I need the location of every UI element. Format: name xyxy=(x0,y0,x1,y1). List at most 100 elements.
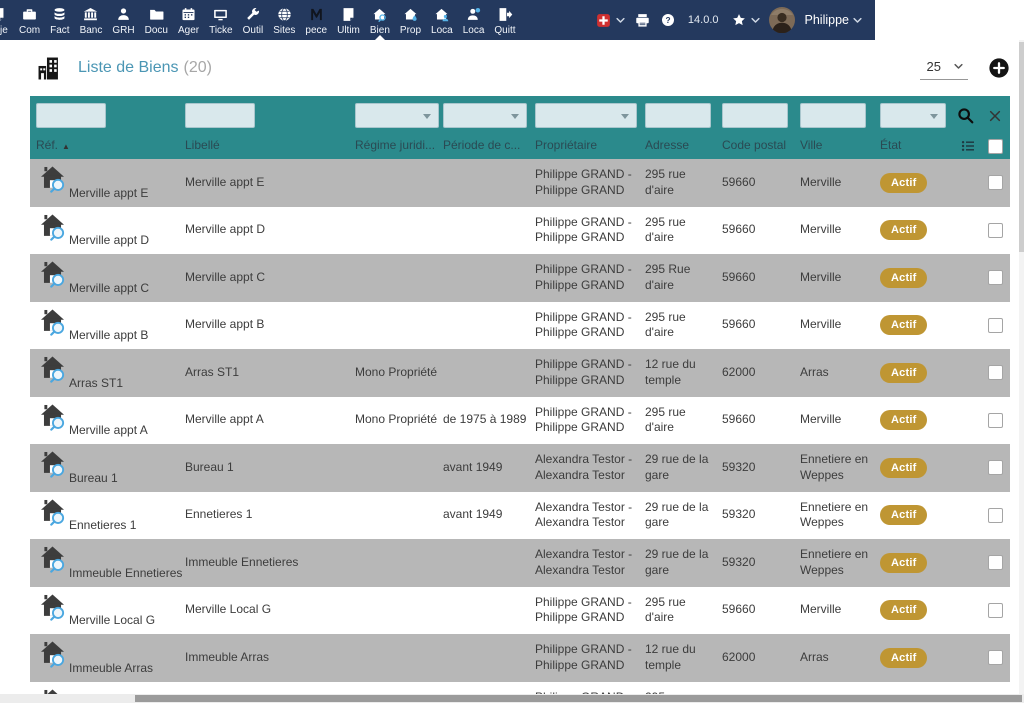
filter-ville-input[interactable] xyxy=(800,103,866,128)
column-regime[interactable]: Régime juridi... xyxy=(355,138,443,154)
nav-item[interactable]: Docu xyxy=(140,0,173,40)
nav-item[interactable]: Prop xyxy=(395,0,426,40)
language-flag-button[interactable] xyxy=(595,12,625,29)
user-menu[interactable]: Philippe xyxy=(769,7,862,33)
row-checkbox[interactable] xyxy=(988,555,1003,570)
table-row[interactable]: Bureau 1 Bureau 1 avant 1949 Alexandra T… xyxy=(30,444,1010,492)
vertical-scrollbar[interactable] xyxy=(1019,40,1024,695)
column-etat[interactable]: État xyxy=(880,138,950,154)
cell-ref[interactable]: Merville appt C xyxy=(36,254,185,302)
favorites-button[interactable] xyxy=(731,12,760,28)
row-checkbox[interactable] xyxy=(988,460,1003,475)
cell-ville: Merville xyxy=(800,602,880,618)
nav-item[interactable]: Bien xyxy=(365,0,395,40)
column-periode[interactable]: Période de c... xyxy=(443,138,535,154)
row-checkbox[interactable] xyxy=(988,365,1003,380)
nav-item[interactable]: Fact xyxy=(45,0,74,40)
row-checkbox[interactable] xyxy=(988,650,1003,665)
filter-ref-input[interactable] xyxy=(36,103,106,128)
table-row[interactable]: Merville appt A Merville appt A Mono Pro… xyxy=(30,397,1010,445)
filter-etat-select[interactable] xyxy=(880,103,946,128)
column-code-postal[interactable]: Code postal xyxy=(722,138,800,154)
help-button[interactable] xyxy=(660,12,676,28)
horizontal-scrollbar-thumb[interactable] xyxy=(135,695,1022,702)
nav-item[interactable]: Com xyxy=(14,0,45,40)
coins-icon xyxy=(51,6,68,23)
row-checkbox[interactable] xyxy=(988,603,1003,618)
filter-code-postal-input[interactable] xyxy=(722,103,788,128)
select-all-checkbox[interactable] xyxy=(988,139,1003,154)
print-button[interactable] xyxy=(634,12,651,29)
cell-ref[interactable]: Bureau 1 xyxy=(36,444,185,492)
search-button[interactable] xyxy=(956,106,975,125)
row-checkbox[interactable] xyxy=(988,318,1003,333)
cell-libelle: Immeuble Arras xyxy=(185,650,355,666)
filter-regime-select[interactable] xyxy=(355,103,439,128)
row-checkbox[interactable] xyxy=(988,175,1003,190)
table-row[interactable]: Merville appt E Merville appt E Philippe… xyxy=(30,159,1010,207)
house-search-icon xyxy=(38,354,67,383)
table-row[interactable]: Arras ST1 Arras ST1 Mono Propriété Phili… xyxy=(30,349,1010,397)
cell-proprietaire: Philippe GRAND - Philippe GRAND xyxy=(535,642,645,673)
cell-ville: Ennetiere en Weppes xyxy=(800,452,880,483)
list-view-icon[interactable] xyxy=(960,138,976,154)
cell-proprietaire: Philippe GRAND - Philippe GRAND xyxy=(535,357,645,388)
column-ville[interactable]: Ville xyxy=(800,138,880,154)
vertical-scrollbar-thumb[interactable] xyxy=(1019,42,1024,252)
page-size-select[interactable]: 25 xyxy=(920,56,968,80)
add-property-button[interactable] xyxy=(988,57,1010,79)
cell-ref[interactable]: Merville appt B xyxy=(36,302,185,350)
nav-item[interactable]: Banc xyxy=(75,0,108,40)
nav-item[interactable]: Ager xyxy=(173,0,204,40)
cell-ref[interactable] xyxy=(36,682,185,696)
column-adresse[interactable]: Adresse xyxy=(645,138,722,154)
cell-ref[interactable]: Merville appt D xyxy=(36,207,185,255)
nav-item[interactable]: je xyxy=(0,0,14,40)
table-row[interactable]: Immeuble Arras Immeuble Arras Philippe G… xyxy=(30,634,1010,682)
nav-item[interactable]: Loca xyxy=(458,0,490,40)
cell-ref[interactable]: Immeuble Ennetieres xyxy=(36,539,185,587)
cell-ville: Merville xyxy=(800,412,880,428)
cell-ref[interactable]: Merville appt E xyxy=(36,159,185,207)
top-navigation-bar: je Com Fact Banc GRH xyxy=(0,0,875,40)
nav-item[interactable]: pece xyxy=(300,0,332,40)
cell-ref[interactable]: Arras ST1 xyxy=(36,349,185,397)
horizontal-scrollbar[interactable] xyxy=(0,694,1024,703)
cell-etat: Actif xyxy=(880,410,950,430)
row-checkbox[interactable] xyxy=(988,270,1003,285)
nav-item[interactable]: Ultim xyxy=(332,0,365,40)
cell-checkbox xyxy=(950,603,1010,618)
cell-ref[interactable]: Immeuble Arras xyxy=(36,634,185,682)
table-row[interactable]: Merville appt C Merville appt C Philippe… xyxy=(30,254,1010,302)
filter-periode-select[interactable] xyxy=(443,103,527,128)
house-person-icon xyxy=(433,6,450,23)
filter-adresse-input[interactable] xyxy=(645,103,711,128)
table-row[interactable]: Ennetieres 1 Ennetieres 1 avant 1949 Ale… xyxy=(30,492,1010,540)
row-checkbox[interactable] xyxy=(988,413,1003,428)
row-checkbox[interactable] xyxy=(988,223,1003,238)
clear-filters-button[interactable] xyxy=(988,109,1002,123)
cell-ref[interactable]: Merville Local G xyxy=(36,587,185,635)
nav-item[interactable]: Sites xyxy=(268,0,300,40)
table-row[interactable]: Merville Local G Merville Local G Philip… xyxy=(30,587,1010,635)
table-row[interactable]: Immeuble Ennetieres Immeuble Ennetieres … xyxy=(30,539,1010,587)
nav-item[interactable]: Ticke xyxy=(204,0,238,40)
table-row[interactable]: Philippe GRAND - Philippe GRAND 295 rue … xyxy=(30,682,1010,696)
table-row[interactable]: Merville appt D Merville appt D Philippe… xyxy=(30,207,1010,255)
wrench-icon xyxy=(244,6,261,23)
table-row[interactable]: Merville appt B Merville appt B Philippe… xyxy=(30,302,1010,350)
cell-ref[interactable]: Ennetieres 1 xyxy=(36,492,185,540)
column-libelle[interactable]: Libellé xyxy=(185,138,355,154)
row-checkbox[interactable] xyxy=(988,508,1003,523)
cell-libelle: Merville appt C xyxy=(185,270,355,286)
nav-item[interactable]: Outil xyxy=(238,0,269,40)
column-proprietaire[interactable]: Propriétaire xyxy=(535,138,645,154)
nav-item[interactable]: GRH xyxy=(107,0,139,40)
column-ref[interactable]: Réf.▲ xyxy=(36,138,185,154)
filter-libelle-input[interactable] xyxy=(185,103,255,128)
cell-ref[interactable]: Merville appt A xyxy=(36,397,185,445)
nav-item[interactable]: Loca xyxy=(426,0,458,40)
nav-item[interactable]: Quitt xyxy=(489,0,520,40)
buildings-icon xyxy=(36,55,63,82)
filter-proprietaire-select[interactable] xyxy=(535,103,637,128)
